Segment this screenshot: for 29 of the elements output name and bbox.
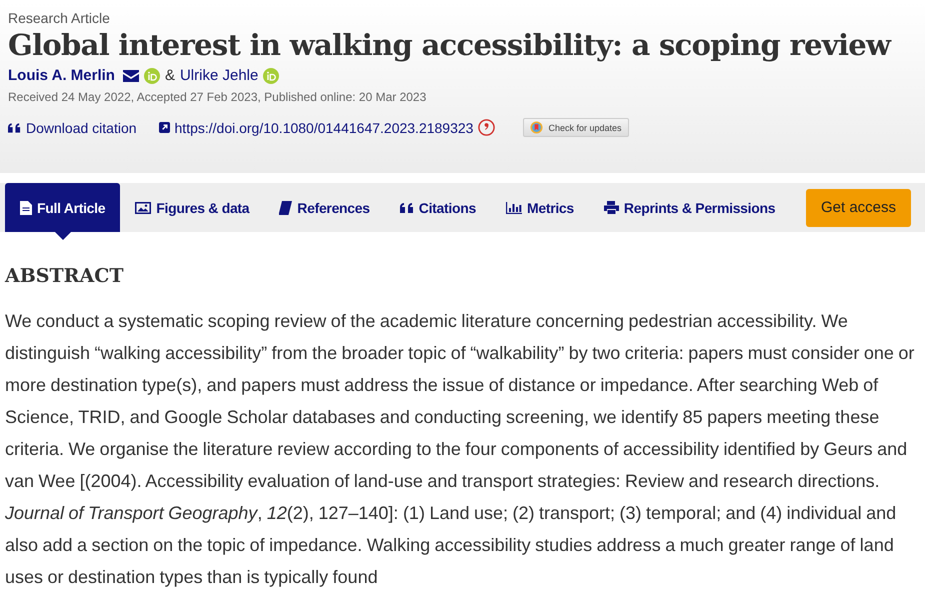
tab[interactable]: Reprints & Permissions (588, 183, 790, 232)
tab[interactable]: Citations (384, 183, 491, 232)
tab[interactable]: References (264, 183, 385, 232)
publication-dates: Received 24 May 2022, Accepted 27 Feb 2023, Published online: 20 Mar 2023 (8, 90, 428, 104)
author-link[interactable]: Ulrike Jehle (180, 67, 258, 84)
get-access-button[interactable]: Get access (806, 188, 911, 226)
author-link[interactable]: Louis A. Merlin (8, 67, 115, 84)
tab[interactable]: Metrics (490, 183, 589, 232)
bookmark-badge-icon (530, 121, 544, 134)
document-icon (20, 200, 32, 214)
article-title: Global interest in walking accessibility: a scoping review (8, 28, 892, 62)
image-icon (135, 202, 152, 214)
check-for-updates-button[interactable]: Check for updates (523, 118, 628, 137)
altmetric-icon[interactable] (478, 119, 496, 136)
quote-icon (8, 122, 21, 132)
bar-chart-icon (506, 202, 522, 214)
envelope-icon[interactable] (122, 70, 139, 82)
doi-link[interactable]: https://doi.org/10.1080/01441647.2023.2189323 (158, 120, 474, 136)
abstract-text: We conduct a systematic scoping review of the academic literature concerning pedestrian accessibility. We distinguish “walking accessibility” from the broader topic of “walkability” by two criteria: papers must consider one or more destination type(s), and papers must address the issue of distance or impedance. After searching Web of Science, TRID, and Google Scholar databases and conducting screening, we identify 85 papers meeting these criteria. We organise the literature review according to the four components of accessibility identified by Geurs and van Wee [(2004). Accessibility evaluation of land-use and transport strategies: Review and research directions. Journal of Transport Geography, 12(2), 127–140]: (1) Land use; (2) transport; (3) temporal; and (4) individual and also add a section on the topic of impedance. Walking accessibility studies address a much greater range of land uses or destination types than is typically found (5, 310, 916, 589)
author-separator: & (164, 67, 175, 84)
tab[interactable]: Figures & data (120, 183, 264, 232)
download-citation-link[interactable]: Download citation (8, 120, 137, 136)
tab-pointer-icon (54, 232, 71, 240)
quote-icon (400, 202, 414, 212)
abstract-heading: ABSTRACT (5, 265, 124, 287)
book-icon (279, 200, 292, 214)
printer-icon (604, 201, 619, 214)
external-link-icon (158, 122, 170, 133)
article-type: Research Article (8, 10, 111, 26)
